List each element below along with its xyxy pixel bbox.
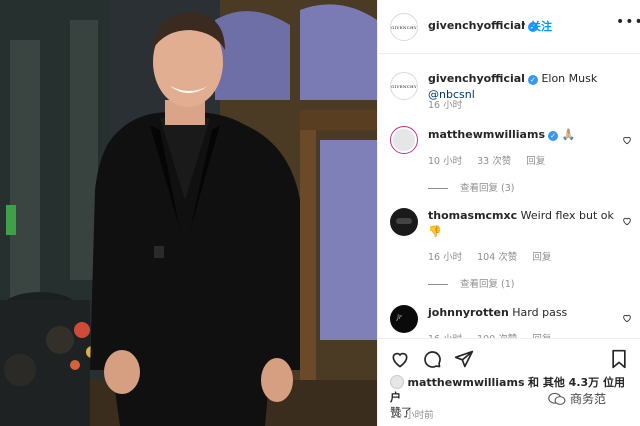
comment-icon[interactable] <box>422 349 442 369</box>
caption-username[interactable]: givenchyofficial <box>428 72 525 85</box>
verified-badge-icon: ✓ <box>527 75 538 85</box>
heart-icon[interactable] <box>622 216 632 226</box>
comment-body: 🙏🏼 <box>561 128 576 141</box>
comment-avatar[interactable] <box>390 126 418 154</box>
view-replies-text: 查看回复 (1) <box>460 279 515 290</box>
comment-meta: 10 小时 33 次赞 回复 <box>428 153 557 167</box>
avatar-image <box>393 129 415 151</box>
wechat-icon <box>548 392 566 405</box>
caption-time-text: 16 小时 <box>428 100 463 111</box>
comment-username[interactable]: thomasmcmxc <box>428 209 517 222</box>
comment-time: 16 小时 <box>428 252 463 263</box>
comment-text: johnnyrotten Hard pass <box>428 305 618 321</box>
post-actions: matthewmwilliams 和 其他 4.3万 位用户 赞了 16 小时前… <box>378 338 640 426</box>
divider-line <box>428 188 448 189</box>
watermark-text: 商务范 <box>570 392 607 406</box>
view-replies-text: 查看回复 (3) <box>460 183 515 194</box>
divider-line <box>428 284 448 285</box>
caption-avatar[interactable]: GIVENCHY <box>390 72 418 100</box>
bookmark-icon[interactable] <box>610 349 628 369</box>
heart-icon[interactable] <box>622 313 632 323</box>
reply-button[interactable]: 回复 <box>532 252 551 263</box>
avatar-image <box>396 218 412 224</box>
view-replies-button[interactable]: 查看回复 (3) <box>428 180 514 194</box>
comment-avatar[interactable] <box>390 208 418 236</box>
view-replies-button[interactable]: 查看回复 (1) <box>428 276 514 290</box>
follow-button[interactable]: 关注 <box>530 18 552 34</box>
author-avatar-text: GIVENCHY <box>391 24 417 30</box>
verified-badge-icon: ✓ <box>548 131 558 141</box>
liked-by-avatar <box>390 375 404 389</box>
comment-meta: 16 小时 104 次赞 回复 <box>428 249 563 263</box>
caption-text: Elon Musk <box>541 72 598 85</box>
comment-emoji: 👎 <box>428 225 442 238</box>
separator-dot: • <box>520 18 527 31</box>
more-icon[interactable]: ••• <box>616 14 640 30</box>
author-avatar[interactable]: GIVENCHY <box>390 13 418 41</box>
heart-icon[interactable] <box>622 135 632 145</box>
comment-avatar[interactable]: jr <box>390 305 418 333</box>
post-header: GIVENCHY givenchyofficial✓ • 关注 ••• <box>378 0 640 54</box>
comment-username[interactable]: matthewmwilliams <box>428 128 545 141</box>
photo-illustration <box>0 0 377 426</box>
caption-time: 16 小时 <box>428 97 474 111</box>
avatar-image: jr <box>397 314 402 321</box>
comment-body: Weird flex but ok <box>520 209 614 222</box>
liked-by-user[interactable]: matthewmwilliams <box>408 376 525 389</box>
comment-time: 10 小时 <box>428 156 463 167</box>
comment-likes[interactable]: 104 次赞 <box>477 252 517 263</box>
comment-username[interactable]: johnnyrotten <box>428 306 509 319</box>
comment-likes[interactable]: 33 次赞 <box>477 156 511 167</box>
reply-button[interactable]: 回复 <box>526 156 545 167</box>
post-photo[interactable] <box>0 0 377 426</box>
caption-avatar-text: GIVENCHY <box>391 83 417 89</box>
watermark: 商务范 <box>548 390 606 407</box>
post-time: 16 小时前 <box>390 410 434 421</box>
comment-body: Hard pass <box>512 306 568 319</box>
share-icon[interactable] <box>454 349 474 369</box>
comment-text: thomasmcmxc Weird flex but ok 👎 <box>428 208 618 240</box>
comments-panel: GIVENCHY givenchyofficial✓ • 关注 ••• GIVE… <box>377 0 640 426</box>
comment-text: matthewmwilliams ✓ 🙏🏼 <box>428 127 618 143</box>
like-heart-icon[interactable] <box>390 349 410 369</box>
author-username-text: givenchyofficial <box>428 19 525 32</box>
